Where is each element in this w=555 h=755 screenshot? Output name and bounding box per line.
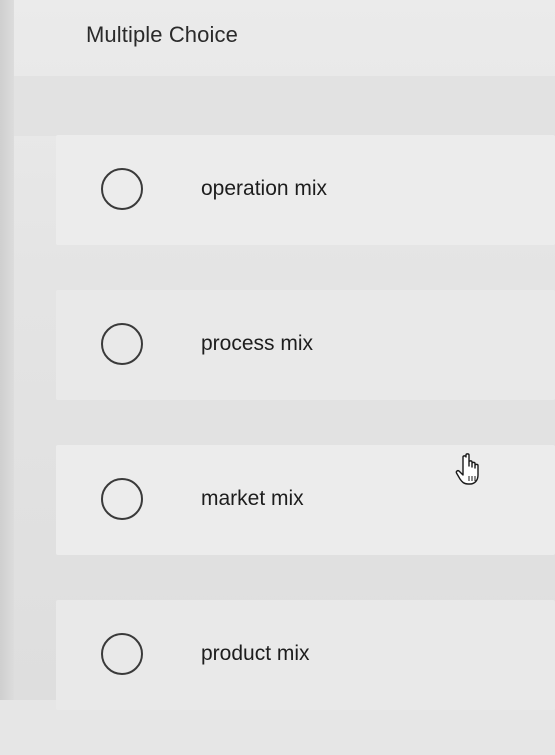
radio-button-3[interactable] bbox=[101, 478, 143, 520]
answer-option-2[interactable]: process mix bbox=[56, 290, 555, 400]
radio-button-2[interactable] bbox=[101, 323, 143, 365]
radio-button-1[interactable] bbox=[101, 168, 143, 210]
answer-label-4: product mix bbox=[201, 642, 310, 665]
answer-label-1: operation mix bbox=[201, 177, 328, 200]
quiz-page: Multiple Choice operation mix process mi… bbox=[0, 0, 555, 710]
answer-label-2: process mix bbox=[201, 332, 314, 355]
left-edge bbox=[0, 0, 14, 700]
answer-options: operation mix process mix market mix pro… bbox=[56, 135, 555, 755]
header-divider-band bbox=[14, 76, 555, 136]
hand-pointer-icon bbox=[455, 453, 479, 485]
answer-label-3: market mix bbox=[201, 487, 304, 510]
answer-option-1[interactable]: operation mix bbox=[56, 135, 555, 245]
answer-option-4[interactable]: product mix bbox=[56, 600, 555, 710]
radio-button-4[interactable] bbox=[101, 633, 143, 675]
question-title: Multiple Choice bbox=[86, 22, 238, 47]
